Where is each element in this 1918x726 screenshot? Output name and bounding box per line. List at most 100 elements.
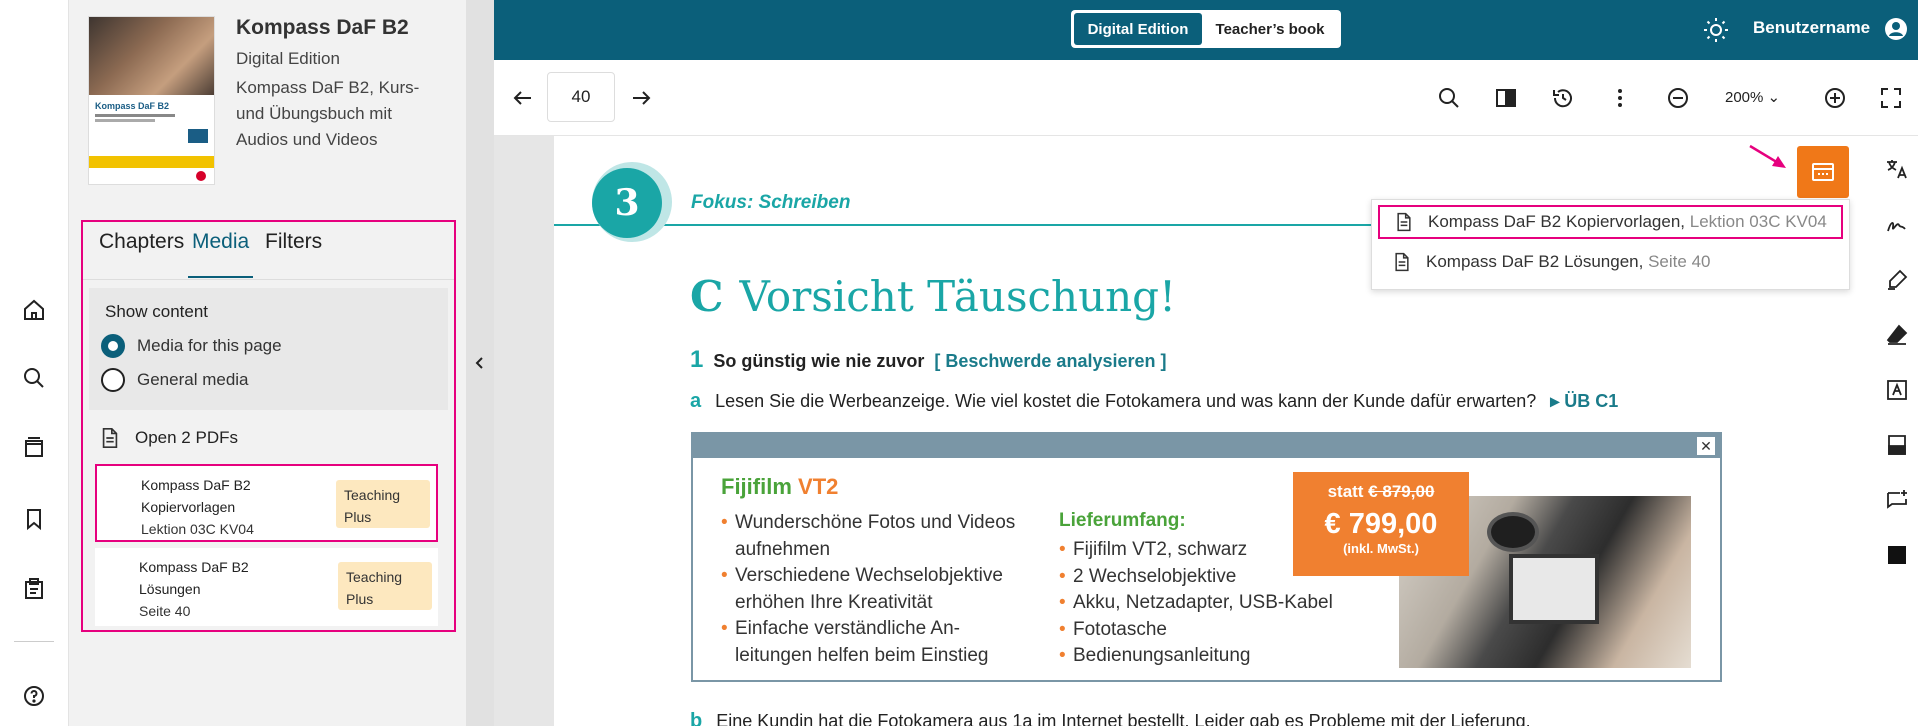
- zoom-out-icon[interactable]: [1664, 84, 1692, 112]
- fullscreen-icon[interactable]: [1877, 84, 1905, 112]
- username[interactable]: Benutzername: [1753, 18, 1870, 38]
- digital-edition-button[interactable]: Digital Edition: [1074, 13, 1202, 45]
- search-icon[interactable]: [20, 364, 48, 392]
- help-icon[interactable]: [20, 682, 48, 710]
- open-pdfs-label: Open 2 PDFs: [135, 428, 238, 447]
- highlighter-icon[interactable]: [1884, 267, 1910, 293]
- ad-header-bar: [693, 434, 1720, 458]
- camera-screen: [1509, 554, 1599, 624]
- sun-icon[interactable]: [1702, 16, 1730, 44]
- media-popover: Kompass DaF B2 Kopiervorlagen, Lektion 0…: [1371, 199, 1850, 290]
- home-icon[interactable]: [20, 296, 48, 324]
- zoom-select[interactable]: 200% ⌄: [1725, 88, 1780, 106]
- more-vertical-icon[interactable]: [1606, 84, 1634, 112]
- list-item: Einfache verständliche An-leitungen helf…: [721, 616, 1031, 669]
- text-box-icon[interactable]: [1884, 377, 1910, 403]
- close-icon[interactable]: ✕: [1696, 436, 1716, 456]
- list-item: Akku, Netzadapter, USB-Kabel: [1059, 590, 1339, 617]
- task-number: 1: [690, 346, 704, 373]
- edition-toggle: Digital Edition Teacher’s book: [1071, 10, 1341, 48]
- open-pdfs-button[interactable]: Open 2 PDFs: [99, 420, 238, 456]
- task-b: b Eine Kundin hat die Fotokamera aus 1a i…: [690, 710, 1531, 726]
- popover-item-text: Kompass DaF B2 Kopiervorlagen, Lektion 0…: [1428, 212, 1827, 232]
- section-letter: C: [690, 272, 724, 321]
- lesson-title: C Vorsicht Täuschung!: [690, 272, 1176, 321]
- radio-general-media[interactable]: General media: [101, 366, 249, 394]
- book-edition: Digital Edition: [236, 49, 340, 68]
- pdf-item-text: Kompass DaF B2 Kopiervorlagen Lektion 03…: [141, 474, 291, 540]
- bookmark-icon[interactable]: [20, 505, 48, 533]
- page-number-input[interactable]: [547, 72, 615, 122]
- model-name: VT2: [798, 474, 839, 499]
- chevron-down-icon: ⌄: [1767, 89, 1781, 106]
- library-icon[interactable]: [20, 433, 48, 461]
- zoom-in-icon[interactable]: [1821, 84, 1849, 112]
- task-text: Lesen Sie die Werbeanzeige. Wie viel kos…: [715, 391, 1537, 411]
- note-icon[interactable]: [1884, 432, 1910, 458]
- list-item: Wunderschöne Fotos und Videos aufnehmen: [721, 510, 1031, 563]
- popover-item-name: Kompass DaF B2 Kopiervorlagen,: [1428, 212, 1686, 231]
- new-price: € 799,00: [1324, 508, 1438, 540]
- task-letter: b: [690, 710, 703, 726]
- popover-item-text: Kompass DaF B2 Lösungen, Seite 40: [1426, 252, 1710, 272]
- vat-note: (inkl. MwSt.): [1343, 541, 1419, 556]
- list-item: Verschiedene Wechselobjektive erhöhen Ih…: [721, 563, 1031, 616]
- tab-media[interactable]: Media: [188, 228, 254, 278]
- price-box: statt € 879,00 € 799,00 (inkl. MwSt.): [1293, 472, 1469, 576]
- chevron-left-icon: [475, 357, 483, 369]
- collapse-sidebar-button[interactable]: [466, 0, 494, 726]
- cover-badge: [188, 129, 208, 143]
- document-icon: [1397, 212, 1411, 232]
- teaching-plus-badge: Teaching Plus: [338, 562, 432, 610]
- signature-icon[interactable]: [1884, 212, 1910, 238]
- radio-media-for-page[interactable]: Media for this page: [101, 332, 282, 360]
- cover-photo: [89, 17, 214, 95]
- arrow-left-icon[interactable]: [509, 84, 537, 112]
- media-button[interactable]: [1797, 146, 1849, 198]
- arrow-right-icon[interactable]: [627, 84, 655, 112]
- eraser-icon[interactable]: [1884, 322, 1910, 348]
- advertisement: ✕ Fijifilm VT2 Wunderschöne Fotos und Vi…: [691, 432, 1722, 682]
- show-content-heading: Show content: [105, 302, 209, 321]
- exercise-reference[interactable]: ▸ ÜB C1: [1550, 391, 1618, 411]
- top-bar: Digital Edition Teacher’s book Benutzern…: [494, 0, 1918, 60]
- popover-item-loesungen[interactable]: Kompass DaF B2 Lösungen, Seite 40: [1378, 245, 1843, 279]
- pdf-item-text: Kompass DaF B2 Lösungen Seite 40: [139, 556, 289, 622]
- page-layout-icon[interactable]: [1492, 84, 1520, 112]
- scope-label: Lieferumfang:: [1059, 510, 1186, 531]
- pdf-name: Kompass DaF B2 Kopiervorlagen: [141, 477, 251, 515]
- rail-divider: [14, 641, 54, 642]
- list-item: Bedienungsanleitung: [1059, 643, 1339, 670]
- zoom-value: 200%: [1725, 89, 1764, 106]
- mask-icon[interactable]: [1884, 542, 1910, 568]
- book-description: Kompass DaF B2, Kurs- und Übungsbuch mit…: [236, 78, 420, 149]
- cover-title: Kompass DaF B2: [95, 101, 170, 111]
- radio-button[interactable]: [101, 334, 125, 358]
- tab-filters[interactable]: Filters: [261, 228, 326, 278]
- history-icon[interactable]: [1549, 84, 1577, 112]
- document-icon: [102, 428, 118, 448]
- task-a: a Lesen Sie die Werbeanzeige. Wie viel ko…: [690, 390, 1618, 413]
- radio-button[interactable]: [101, 368, 125, 392]
- feature-list: Wunderschöne Fotos und Videos aufnehmen …: [721, 510, 1031, 669]
- popover-item-location: Seite 40: [1648, 252, 1711, 271]
- translate-icon[interactable]: [1884, 156, 1910, 182]
- search-icon[interactable]: [1435, 84, 1463, 112]
- task-text: Eine Kundin hat die Fotokamera aus 1a im…: [716, 711, 1531, 726]
- cover-strip: [89, 156, 214, 168]
- media-panel: Chapters Media Filters Show content Medi…: [81, 220, 456, 632]
- teaching-plus-badge: Teaching Plus: [336, 480, 430, 528]
- user-icon[interactable]: [1884, 17, 1908, 41]
- brand-name: Fijifilm: [721, 474, 792, 499]
- ad-brand: Fijifilm VT2: [721, 474, 838, 500]
- task-title: So günstig wie nie zuvor: [713, 351, 925, 371]
- tab-chapters[interactable]: Chapters: [95, 228, 188, 278]
- publisher-logo: [196, 171, 206, 181]
- pdf-item-loesungen[interactable]: Kompass DaF B2 Lösungen Seite 40 Teachin…: [95, 548, 438, 626]
- add-comment-icon[interactable]: [1884, 487, 1910, 513]
- clipboard-icon[interactable]: [20, 575, 48, 603]
- pdf-item-kopiervorlagen[interactable]: Kompass DaF B2 Kopiervorlagen Lektion 03…: [95, 464, 438, 542]
- popover-item-kopiervorlagen[interactable]: Kompass DaF B2 Kopiervorlagen, Lektion 0…: [1378, 205, 1843, 239]
- teachers-book-button[interactable]: Teacher’s book: [1202, 13, 1338, 45]
- cover-subtitle-line: [95, 114, 175, 117]
